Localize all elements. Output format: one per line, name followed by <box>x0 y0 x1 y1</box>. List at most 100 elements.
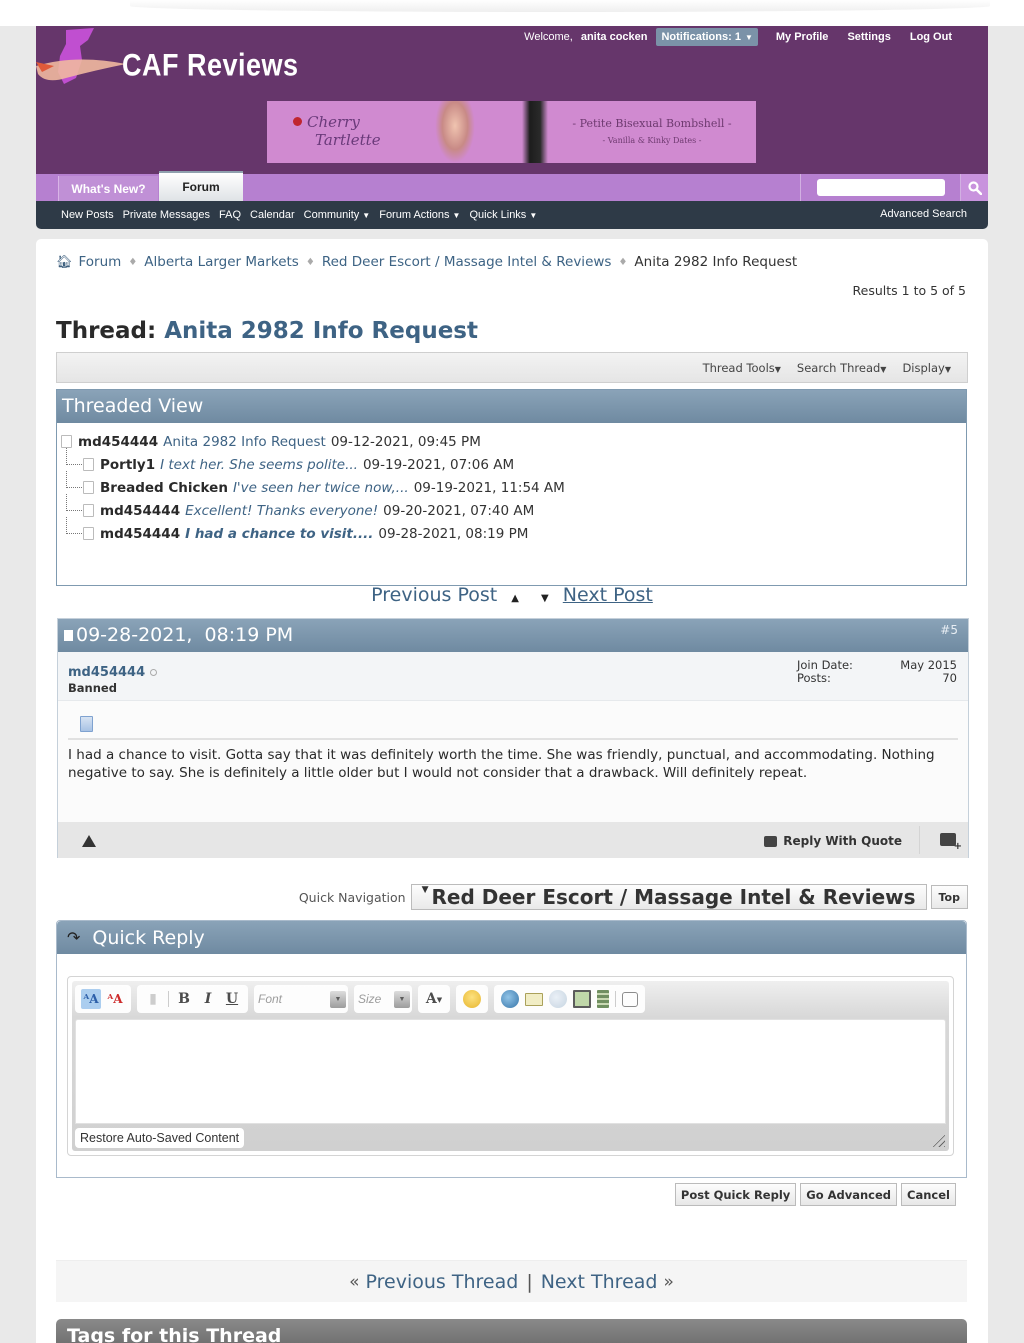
restore-auto-saved-button[interactable]: Restore Auto-Saved Content <box>75 1128 245 1148</box>
chevron-down-icon: ▼ <box>330 990 346 1008</box>
wysiwyg-toggle-icon[interactable]: ᴬA <box>81 989 101 1009</box>
banner-subtagline: - Vanilla & Kinky Dates - <box>602 136 702 145</box>
banner-name: Cherry Tartlette <box>307 113 381 149</box>
tree-connector <box>66 471 82 488</box>
insert-image-icon[interactable] <box>573 990 591 1008</box>
settings-link[interactable]: Settings <box>847 31 890 43</box>
post-icon <box>83 481 94 494</box>
post-body: I had a chance to visit. Gotta say that … <box>58 701 968 822</box>
thread-name[interactable]: Anita 2982 Info Request <box>164 318 478 344</box>
row-title[interactable]: I had a chance to visit.... <box>185 526 373 542</box>
threaded-view-title: Threaded View <box>57 390 966 423</box>
quick-reply-title: Quick Reply <box>92 926 205 949</box>
bold-icon[interactable]: B <box>174 989 194 1009</box>
threaded-view-list: md454444 Anita 2982 Info Request 09-12-2… <box>57 423 966 545</box>
breadcrumb-separator-icon: ♦ <box>305 256 315 268</box>
chevron-down-icon: ▼ <box>452 211 461 220</box>
thread-tree-row[interactable]: Breaded Chicken I've seen her twice now,… <box>57 471 966 499</box>
row-title[interactable]: I've seen her twice now,... <box>233 480 409 496</box>
italic-icon[interactable]: I <box>198 989 218 1009</box>
insert-link-icon[interactable] <box>501 990 519 1008</box>
subnav-calendar[interactable]: Calendar <box>250 209 295 221</box>
breadcrumb-red-deer[interactable]: Red Deer Escort / Massage Intel & Review… <box>322 254 612 270</box>
display-menu[interactable]: Display▼ <box>902 361 951 375</box>
thread-tools-menu[interactable]: Thread Tools▼ <box>703 361 781 375</box>
previous-thread-link[interactable]: Previous Thread <box>366 1271 519 1293</box>
post-number-link[interactable]: #5 <box>940 623 958 637</box>
next-post-link[interactable]: Next Post <box>563 584 653 606</box>
current-username[interactable]: anita cocken <box>581 31 648 43</box>
multi-quote-icon[interactable] <box>940 833 962 852</box>
next-thread-link[interactable]: Next Thread <box>541 1271 658 1293</box>
chevron-down-icon: ▼ <box>880 365 887 374</box>
text-color-icon[interactable]: A ▼ <box>424 989 444 1009</box>
document-icon <box>80 716 93 732</box>
notifications-button[interactable]: Notifications: 1 ▼ <box>656 28 758 46</box>
unlink-icon[interactable] <box>549 990 567 1008</box>
quick-navigation-select[interactable]: ▼ Red Deer Escort / Massage Intel & Revi… <box>410 884 927 910</box>
post-userinfo: md454444 Banned Join Date: May 2015 Posts… <box>58 652 968 701</box>
subnav-faq[interactable]: FAQ <box>219 209 241 221</box>
subnav-community[interactable]: Community ▼ <box>304 209 371 221</box>
post-quick-reply-button[interactable]: Post Quick Reply <box>674 1183 797 1206</box>
user-title: Banned <box>68 681 117 695</box>
post-header: 09-28-2021, 08:19 PM #5 <box>58 619 968 652</box>
insert-video-icon[interactable] <box>597 990 609 1008</box>
subnav-private-messages[interactable]: Private Messages <box>123 209 210 221</box>
thread-tree-row[interactable]: Portly1 I text her. She seems polite... … <box>57 448 966 476</box>
resize-handle-icon[interactable] <box>931 1133 945 1147</box>
search-thread-menu[interactable]: Search Thread▼ <box>797 361 887 375</box>
thread-tree-row-current[interactable]: md454444 I had a chance to visit.... 09-… <box>57 517 966 545</box>
smiley-icon[interactable] <box>463 990 481 1008</box>
font-select[interactable]: Font ▼ <box>254 985 348 1013</box>
caret-down-icon: ▼ <box>541 593 549 604</box>
insert-email-icon[interactable] <box>525 992 543 1006</box>
reply-with-quote-button[interactable]: Reply With Quote <box>764 834 902 848</box>
thread-tree-row[interactable]: md454444 Excellent! Thanks everyone! 09-… <box>57 494 966 522</box>
top-button[interactable]: Top <box>930 885 968 909</box>
tab-forum[interactable]: Forum <box>159 171 243 201</box>
thread-tree-row[interactable]: md454444 Anita 2982 Info Request 09-12-2… <box>57 430 966 453</box>
site-header: CAF Reviews Welcome, anita cocken Notifi… <box>36 26 988 174</box>
post-message: I had a chance to visit. Gotta say that … <box>68 747 935 781</box>
divider <box>615 991 616 1007</box>
subnav-forum-actions[interactable]: Forum Actions ▼ <box>379 209 460 221</box>
row-author: Portly1 <box>100 456 156 473</box>
go-advanced-button[interactable]: Go Advanced <box>800 1183 898 1206</box>
thread-prefix: Thread: <box>56 318 157 344</box>
my-profile-link[interactable]: My Profile <box>776 31 829 43</box>
row-title[interactable]: Anita 2982 Info Request <box>163 434 326 450</box>
quick-reply-actions: Post Quick Reply Go Advanced Cancel <box>671 1183 956 1206</box>
paste-icon[interactable]: ▮ <box>143 989 163 1009</box>
log-out-link[interactable]: Log Out <box>910 31 952 43</box>
breadcrumb-alberta-larger-markets[interactable]: Alberta Larger Markets <box>144 254 299 270</box>
insert-quote-icon[interactable] <box>622 991 638 1007</box>
underline-icon[interactable]: U <box>222 989 242 1009</box>
reply-textarea[interactable] <box>75 1019 946 1124</box>
search-button[interactable] <box>960 174 988 201</box>
post-author[interactable]: md454444 <box>68 665 158 680</box>
subnav-quick-links[interactable]: Quick Links ▼ <box>469 209 537 221</box>
breadcrumb-forum[interactable]: Forum <box>79 254 122 270</box>
post-date: 09-28-2021, 08:19 PM <box>64 624 293 646</box>
previous-post-link[interactable]: Previous Post <box>371 584 497 606</box>
size-select[interactable]: Size ▼ <box>354 985 412 1013</box>
subnav-new-posts[interactable]: New Posts <box>61 209 114 221</box>
row-author: md454444 <box>100 525 181 542</box>
site-logo[interactable]: CAF Reviews <box>36 26 306 88</box>
tab-whats-new[interactable]: What's New? <box>58 176 158 201</box>
home-icon[interactable]: 🏠︎ <box>56 255 73 270</box>
divider <box>919 826 920 854</box>
report-post-icon[interactable] <box>82 835 96 847</box>
search-input[interactable] <box>816 179 945 196</box>
remove-format-icon[interactable]: ᴬA <box>105 989 125 1009</box>
ad-banner[interactable]: Cherry Tartlette - Petite Bisexual Bombs… <box>267 101 756 163</box>
row-title[interactable]: Excellent! Thanks everyone! <box>185 503 378 519</box>
cancel-button[interactable]: Cancel <box>901 1183 956 1206</box>
breadcrumb-current: Anita 2982 Info Request <box>634 254 798 270</box>
banner-photo-1 <box>435 101 475 163</box>
user-stats: Join Date: May 2015 Posts: 70 <box>797 659 957 685</box>
row-title[interactable]: I text her. She seems polite... <box>160 457 358 473</box>
separator: | <box>526 1270 533 1293</box>
advanced-search-link[interactable]: Advanced Search <box>880 208 967 220</box>
